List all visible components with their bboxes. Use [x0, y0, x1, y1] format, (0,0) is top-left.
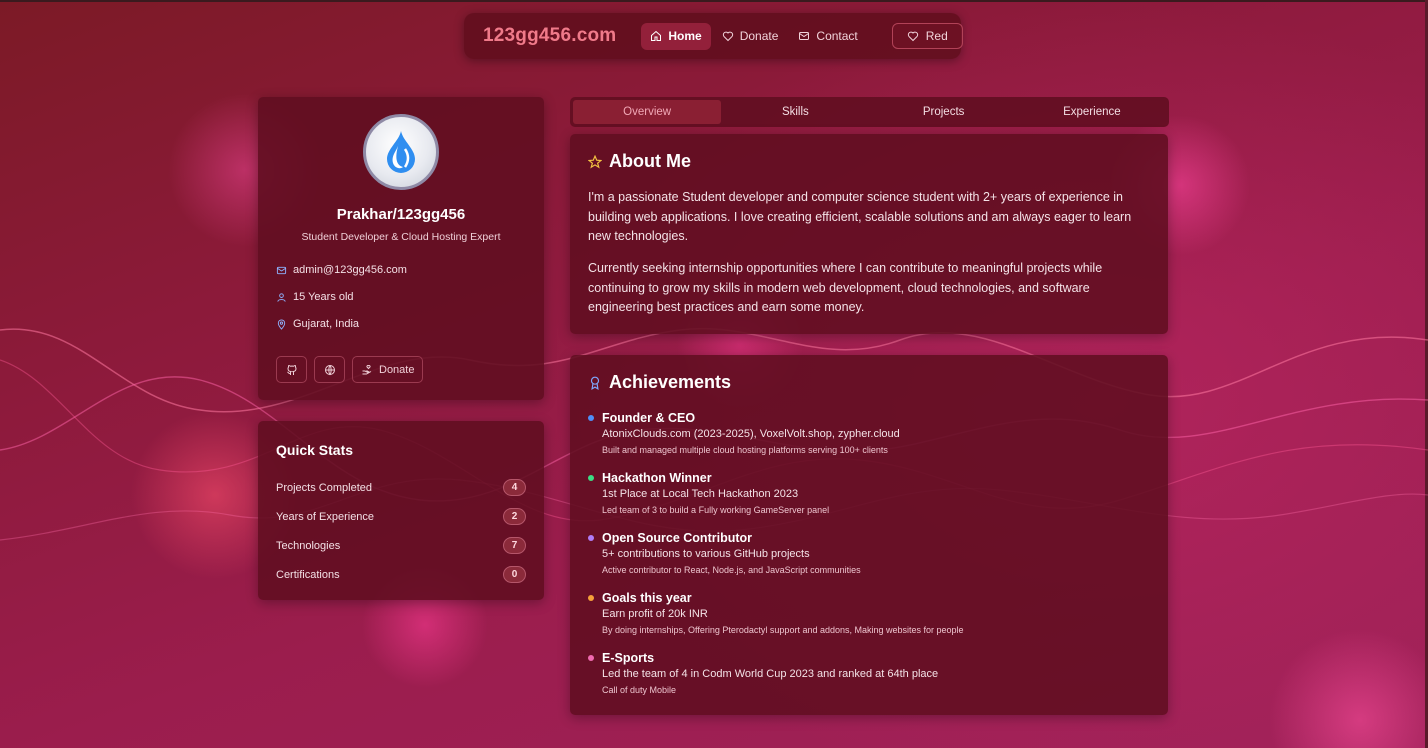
stat-row: Technologies 7 [276, 537, 526, 554]
profile-age: 15 Years old [293, 291, 354, 303]
profile-location: Gujarat, India [293, 318, 360, 330]
stat-label: Projects Completed [276, 481, 372, 494]
about-paragraph: Currently seeking internship opportuniti… [588, 261, 1103, 315]
achievement-description: Call of duty Mobile [602, 685, 677, 695]
website-button[interactable] [314, 356, 345, 383]
avatar [363, 114, 439, 190]
quick-stats-title: Quick Stats [276, 442, 354, 458]
stat-row: Projects Completed 4 [276, 479, 526, 496]
profile-email: admin@123gg456.com [293, 264, 407, 276]
achievement-description: Active contributor to React, Node.js, an… [602, 565, 861, 575]
stat-row: Certifications 0 [276, 566, 526, 583]
mail-icon [799, 32, 810, 40]
mail-icon [276, 266, 287, 274]
nav-home-label: Home [668, 29, 702, 43]
achievement-subtitle: Led the team of 4 in Codm World Cup 2023… [602, 668, 939, 680]
profile-role: Student Developer & Cloud Hosting Expert [301, 231, 501, 243]
quick-stats-card: Quick Stats Projects Completed 4 Years o… [258, 421, 544, 600]
stat-label: Years of Experience [276, 510, 375, 523]
user-icon [277, 292, 286, 302]
heart-icon [907, 31, 918, 42]
top-navbar: 123gg456.com Home Donate Contact Red [464, 13, 963, 59]
nav-contact-label: Contact [816, 29, 858, 43]
star-icon [588, 154, 602, 169]
theme-red-button[interactable]: Red [891, 23, 963, 49]
about-paragraph: I'm a passionate Student developer and c… [588, 190, 1132, 244]
achievement-subtitle: AtonixClouds.com (2023-2025), VoxelVolt.… [602, 428, 900, 440]
nav-donate-button[interactable]: Donate [713, 23, 788, 50]
achievement-description: By doing internships, Offering Pterodact… [602, 625, 964, 635]
achievements-heading: Achievements [588, 372, 731, 393]
achievements-title: Achievements [609, 372, 732, 392]
water-drop-logo-icon [387, 131, 415, 173]
globe-icon [324, 364, 335, 375]
stat-badge: 4 [503, 479, 526, 496]
achievement-description: Built and managed multiple cloud hosting… [602, 445, 888, 455]
heart-icon [722, 31, 733, 42]
stat-row: Years of Experience 2 [276, 508, 526, 525]
nav-contact-button[interactable]: Contact [789, 23, 866, 50]
window-top-border [0, 0, 1428, 2]
achievement-title: Hackathon Winner [602, 471, 712, 485]
tab-experience[interactable]: Experience [1018, 100, 1166, 124]
achievement-title: Founder & CEO [602, 411, 696, 425]
achievement-dot [588, 475, 594, 481]
tab-projects[interactable]: Projects [870, 100, 1018, 124]
github-icon [286, 364, 297, 375]
home-icon [651, 30, 662, 41]
stat-badge: 0 [503, 566, 526, 583]
profile-email-row: admin@123gg456.com [276, 264, 407, 276]
achievement-dot [588, 655, 594, 661]
achievement-title: Open Source Contributor [602, 531, 752, 545]
achievement-subtitle: Earn profit of 20k INR [602, 608, 708, 620]
profile-age-row: 15 Years old [276, 291, 354, 303]
achievements-card: Achievements Founder & CEO AtonixClouds.… [570, 355, 1168, 715]
section-tabs: Overview Skills Projects Experience [570, 97, 1169, 127]
profile-card: Prakhar/123gg456 Student Developer & Clo… [258, 97, 544, 400]
about-title: About Me [609, 151, 691, 171]
achievement-dot [588, 535, 594, 541]
map-pin-icon [277, 319, 286, 330]
achievement-subtitle: 5+ contributions to various GitHub proje… [602, 548, 810, 560]
achievement-dot [588, 595, 594, 601]
stat-label: Technologies [276, 539, 341, 552]
about-card: About Me I'm a passionate Student develo… [570, 134, 1168, 334]
brand-logo[interactable]: 123gg456.com [483, 25, 616, 47]
github-button[interactable] [276, 356, 307, 383]
nav-home-button[interactable]: Home [641, 22, 711, 50]
profile-actions: Donate [276, 356, 424, 383]
achievement-title: Goals this year [602, 591, 692, 605]
achievement-title: E-Sports [602, 651, 655, 665]
profile-name: Prakhar/123gg456 [336, 206, 466, 223]
about-heading: About Me [588, 151, 691, 172]
stat-label: Certifications [276, 568, 340, 581]
award-icon [590, 376, 600, 390]
achievement-dot [588, 415, 594, 421]
tab-overview[interactable]: Overview [573, 100, 722, 124]
tab-skills[interactable]: Skills [721, 100, 869, 124]
donate-button-label: Donate [379, 363, 415, 376]
donate-button[interactable]: Donate [352, 356, 424, 383]
stat-badge: 7 [503, 537, 526, 554]
stat-badge: 2 [503, 508, 526, 525]
nav-donate-label: Donate [739, 29, 779, 43]
hand-heart-icon [362, 364, 372, 374]
achievement-description: Led team of 3 to build a Fully working G… [602, 505, 830, 515]
profile-location-row: Gujarat, India [276, 318, 359, 330]
theme-red-label: Red [925, 29, 948, 43]
achievement-subtitle: 1st Place at Local Tech Hackathon 2023 [602, 488, 799, 500]
